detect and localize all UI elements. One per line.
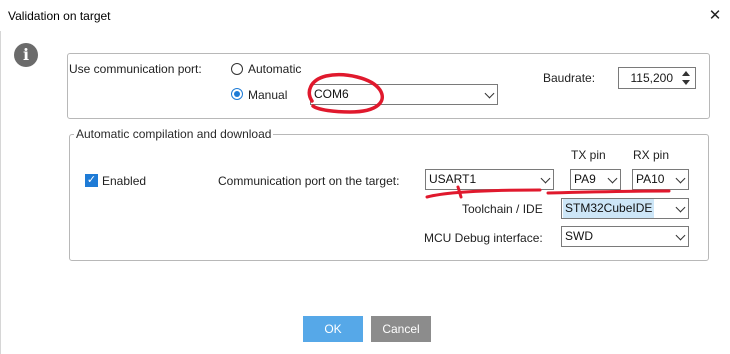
chevron-down-icon [607,170,618,189]
ok-button[interactable]: OK [303,316,363,342]
window-title: Validation on target [8,9,111,23]
baudrate-value: 115,200 [630,71,674,85]
baudrate-label: Baudrate: [543,71,596,85]
chevron-down-icon [484,85,495,104]
group-legend: Automatic compilation and download [74,127,274,141]
rx-pin-header: RX pin [633,148,670,162]
tx-pin-value: PA9 [574,172,596,186]
close-icon[interactable]: ✕ [700,4,730,28]
info-icon: i [14,43,38,67]
chevron-down-icon [540,170,551,189]
com-port-value: COM6 [314,87,349,101]
debug-interface-select[interactable]: SWD [561,226,689,247]
spin-up-icon[interactable] [682,71,690,76]
tx-pin-select[interactable]: PA9 [570,169,621,190]
spin-down-icon[interactable] [682,80,690,85]
spinner-buttons[interactable] [679,68,695,88]
mcu-debug-label: MCU Debug interface: [424,231,543,245]
chevron-down-icon [675,227,686,246]
automatic-label: Automatic [248,62,302,76]
manual-label: Manual [248,88,288,102]
enabled-checkbox[interactable]: ✓ [85,174,98,187]
enabled-label: Enabled [102,174,147,188]
toolchain-value: STM32CubeIDE [563,199,655,218]
debug-interface-value: SWD [565,229,593,243]
target-port-value: USART1 [429,172,477,186]
rx-pin-select[interactable]: PA10 [632,169,689,190]
chevron-down-icon [675,199,686,218]
window-edge [0,31,1,354]
target-port-select[interactable]: USART1 [425,169,554,190]
tx-pin-header: TX pin [571,148,606,162]
rx-pin-value: PA10 [636,172,665,186]
use-communication-port-label: Use communication port: [69,62,202,76]
toolchain-select[interactable]: STM32CubeIDE [561,198,689,219]
comm-port-target-label: Communication port on the target: [218,174,400,188]
radio-automatic[interactable] [231,63,243,75]
baudrate-spinner[interactable]: 115,200 [618,67,696,89]
radio-manual[interactable] [231,88,243,100]
chevron-down-icon [675,170,686,189]
title-bar: Validation on target ✕ [0,0,730,31]
cancel-button[interactable]: Cancel [371,316,431,342]
toolchain-label: Toolchain / IDE [462,202,543,216]
com-port-select[interactable]: COM6 [310,84,498,105]
